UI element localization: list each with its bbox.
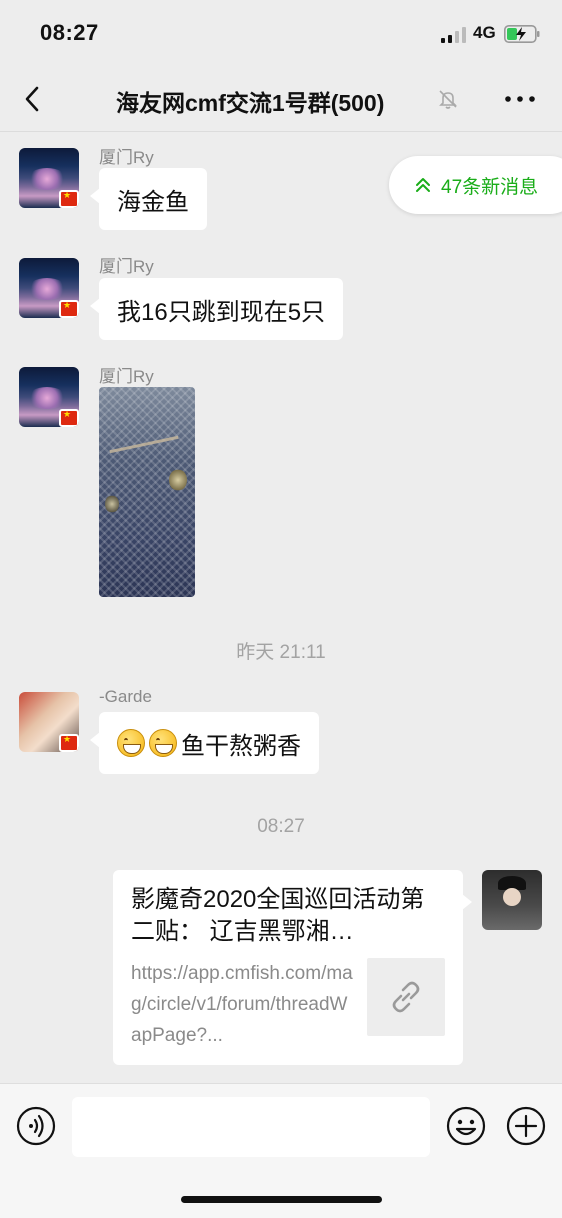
- signal-icon: [441, 27, 466, 43]
- message-text: 海金鱼: [117, 188, 189, 216]
- message-bubble[interactable]: 海金鱼: [90, 168, 207, 230]
- timestamp: 昨天 21:11: [236, 642, 326, 663]
- status-time: 08:27: [40, 20, 99, 45]
- message-bubble[interactable]: 鱼干熬粥香: [90, 712, 319, 774]
- sender-name: 厦门Ry: [99, 148, 154, 167]
- back-chevron-icon[interactable]: [18, 84, 48, 114]
- home-indicator: [181, 1196, 382, 1203]
- avatar[interactable]: [19, 367, 79, 427]
- photo-detail: [109, 435, 179, 454]
- message-input[interactable]: [72, 1097, 430, 1157]
- message-text: 鱼干熬粥香: [181, 732, 301, 760]
- network-type: 4G: [473, 23, 496, 42]
- plus-icon[interactable]: [506, 1106, 546, 1146]
- smiley-icon[interactable]: [446, 1106, 486, 1146]
- avatar[interactable]: [19, 258, 79, 318]
- photo-detail: [105, 495, 119, 513]
- message-bubble[interactable]: 我16只跳到现在5只: [89, 278, 344, 340]
- new-messages-label: 47条新消息: [441, 177, 539, 198]
- double-chevron-up-icon: [416, 178, 430, 192]
- china-flag-icon: [59, 409, 79, 427]
- battery-charging-icon: [504, 25, 540, 43]
- sender-name: 厦门Ry: [99, 367, 154, 386]
- link-icon: [392, 981, 420, 1013]
- china-flag-icon: [59, 734, 79, 752]
- link-card[interactable]: 影魔奇2020全国巡回活动第二贴： 辽吉黑鄂湘… https://app.cmf…: [113, 870, 472, 1065]
- link-title: 影魔奇2020全国巡回活动第二贴： 辽吉黑鄂湘…: [131, 886, 425, 945]
- chat-header: 海友网cmf交流1号群(500): [0, 66, 562, 132]
- link-thumbnail: [367, 958, 445, 1036]
- link-url: https://app.cmfish.com/mag/circle/v1/for…: [131, 963, 353, 1046]
- voice-icon[interactable]: [16, 1106, 56, 1146]
- ellipsis-icon[interactable]: [502, 86, 538, 112]
- avatar[interactable]: [19, 692, 79, 752]
- avatar[interactable]: [19, 148, 79, 208]
- china-flag-icon: [59, 300, 79, 318]
- own-avatar[interactable]: [482, 870, 542, 930]
- grin-emoji-icon: [117, 729, 145, 757]
- sender-name: -Garde: [99, 687, 152, 706]
- new-messages-button[interactable]: 47条新消息: [389, 156, 562, 214]
- timestamp: 08:27: [257, 816, 305, 837]
- bell-off-icon: [439, 90, 457, 109]
- message-image[interactable]: [99, 387, 195, 597]
- status-bar: 08:27 4G: [0, 0, 562, 66]
- china-flag-icon: [59, 190, 79, 208]
- chat-title: 海友网cmf交流1号群(500): [116, 90, 385, 116]
- sender-name: 厦门Ry: [99, 257, 154, 276]
- grin-emoji-icon: [149, 729, 177, 757]
- photo-detail: [169, 469, 187, 491]
- message-text: 我16只跳到现在5只: [117, 298, 326, 326]
